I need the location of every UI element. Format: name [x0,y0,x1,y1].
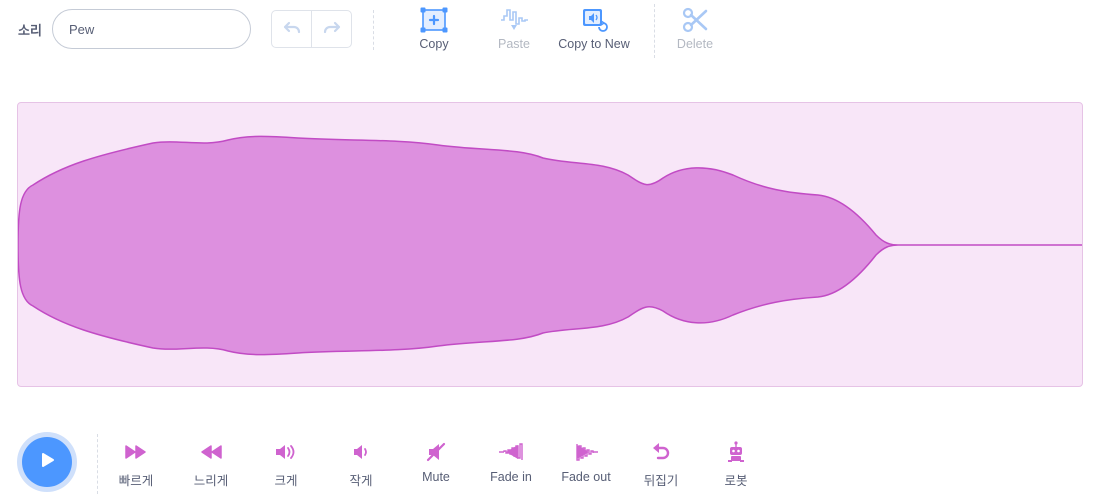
faster-icon [124,440,148,464]
slower-icon [199,440,223,464]
undo-button[interactable] [272,11,311,47]
effect-reverse-button[interactable]: 뒤집기 [623,440,699,490]
effect-mute-label: Mute [422,470,450,484]
sound-name-input[interactable] [52,9,251,49]
delete-button[interactable]: Delete [655,6,735,56]
effect-louder-label: 크게 [274,474,298,488]
effect-softer-button[interactable]: 작게 [323,440,399,490]
fade-in-icon [498,440,524,464]
softer-icon [351,440,371,464]
waveform-canvas[interactable] [17,102,1083,387]
copy-to-new-icon [580,6,608,34]
copy-to-new-label: Copy to New [558,37,630,51]
robot-icon [726,440,746,464]
effect-slower-button[interactable]: 느리게 [173,440,249,490]
effect-faster-button[interactable]: 빠르게 [98,440,174,490]
copy-to-new-button[interactable]: Copy to New [554,6,634,56]
redo-icon [323,20,341,39]
effect-fade-out-label: Fade out [561,470,611,484]
mute-icon [425,440,447,464]
effect-faster-label: 빠르게 [118,474,154,488]
louder-icon [274,440,298,464]
effect-fade-in-label: Fade in [490,470,532,484]
effect-robot-label: 로봇 [724,474,748,488]
reverse-icon [650,440,672,464]
effect-robot-button[interactable]: 로봇 [698,440,774,490]
undo-icon [283,20,301,39]
waveform-shape [18,135,1082,356]
copy-button[interactable]: Copy [394,6,474,56]
redo-button[interactable] [311,11,351,47]
scissors-icon [682,6,708,34]
play-icon [37,450,57,474]
effect-fade-out-button[interactable]: Fade out [548,440,624,490]
effect-louder-button[interactable]: 크게 [248,440,324,490]
paste-label: Paste [498,37,530,51]
paste-icon [499,6,529,34]
copy-label: Copy [419,37,449,51]
copy-icon [419,6,449,34]
waveform-graphic [18,135,1082,356]
paste-button[interactable]: Paste [474,6,554,56]
effect-softer-label: 작게 [349,474,373,488]
effect-slower-label: 느리게 [193,474,229,488]
play-button-inner [22,437,72,487]
effects-bar: 빠르게 느리게 크게 작게 Mute Fade in Fade out 뒤집기 … [0,420,1099,501]
effect-mute-button[interactable]: Mute [398,440,474,490]
undo-redo-group [271,10,352,48]
toolbar-divider [373,10,374,50]
fade-out-icon [573,440,599,464]
sound-name-label: 소리 [18,24,42,39]
play-button[interactable] [17,432,77,492]
sound-editor-toolbar: 소리 Copy [0,0,1099,60]
effect-reverse-label: 뒤집기 [643,474,679,488]
effect-fade-in-button[interactable]: Fade in [473,440,549,490]
delete-label: Delete [676,37,714,51]
